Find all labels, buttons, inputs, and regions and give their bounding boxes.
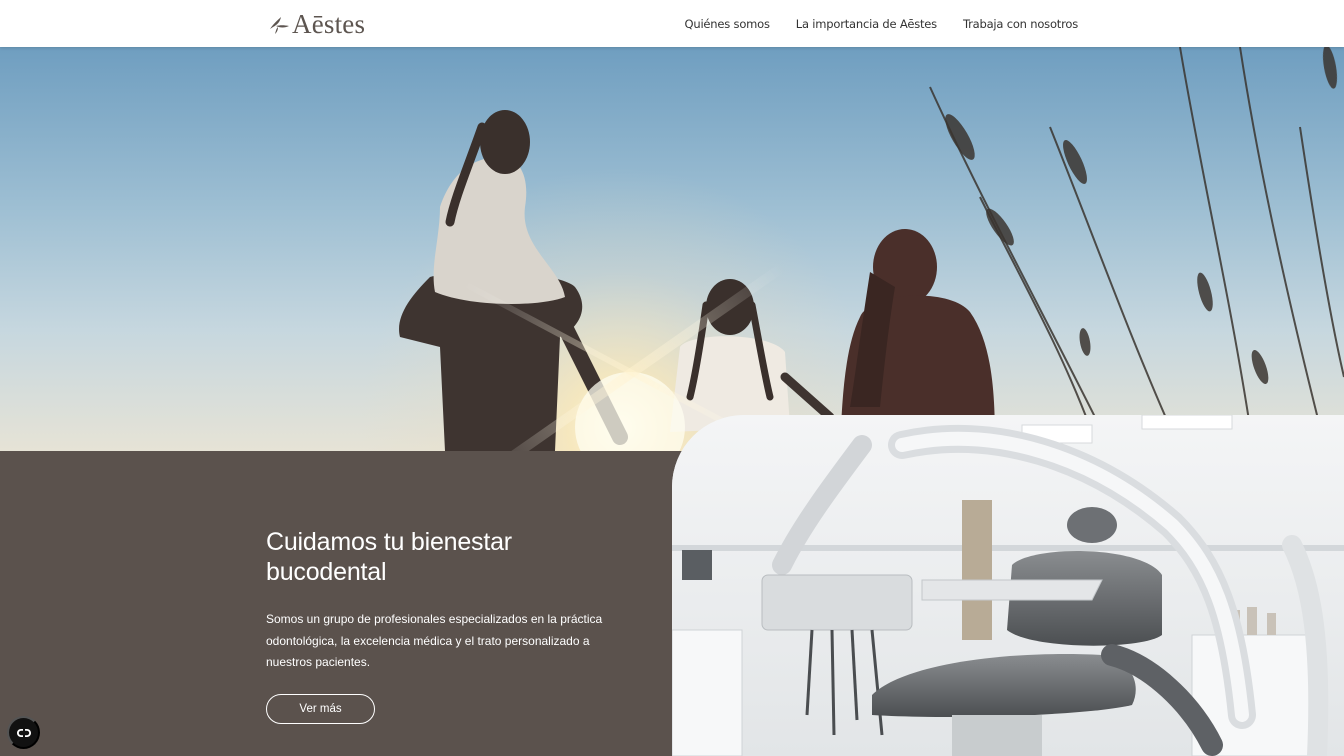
logo-link[interactable]: Aēstes [268,9,365,39]
aestes-leaf-icon [270,17,289,34]
hero-image [0,47,1344,451]
nav-trabaja[interactable]: Trabaja con nosotros [963,17,1078,31]
nav-importancia[interactable]: La importancia de Aēstes [796,17,937,31]
brand-name: Aēstes [292,9,366,39]
nav-quienes-somos[interactable]: Quiénes somos [685,17,770,31]
accessibility-button[interactable] [7,716,40,749]
dental-clinic-image [672,415,1344,756]
intro-headline: Cuidamos tu bienestar bucodental [266,528,512,586]
accessibility-toggle-icon [16,728,31,737]
intro-description: Somos un grupo de profesionales especial… [266,612,603,669]
site-header: Aēstes Quiénes somos La importancia de A… [0,0,1344,47]
family-silhouette-illustration [0,47,1344,451]
dental-chair-illustration [672,415,1344,756]
main-nav: Quiénes somos La importancia de Aēstes T… [685,0,1079,47]
ver-mas-button[interactable]: Ver más [266,694,375,724]
